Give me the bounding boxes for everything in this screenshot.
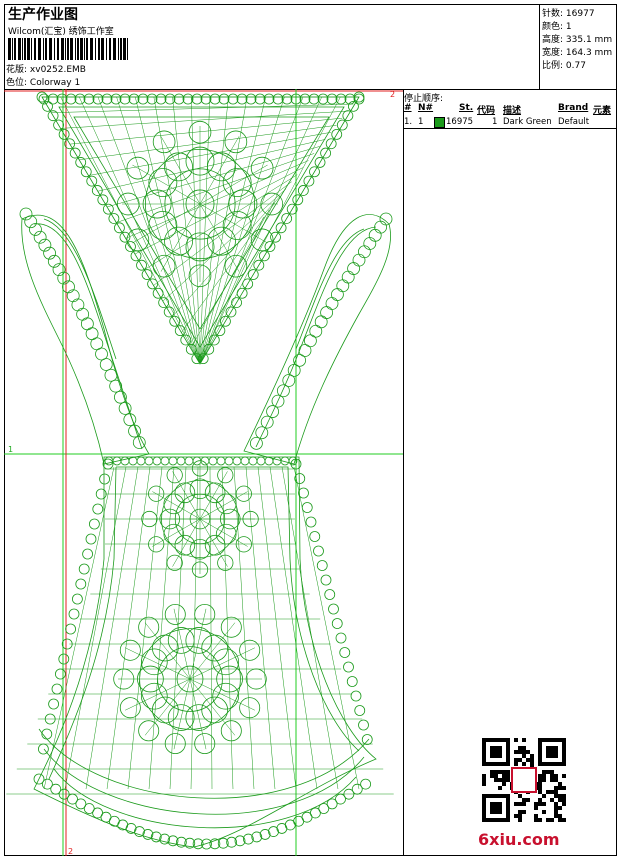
company-name: Wilcom(汇宝) 绣饰工作室 <box>8 27 114 37</box>
colorway-label: 色位: <box>6 78 28 88</box>
stat-height: 高度: 335.1 mm <box>542 35 613 45</box>
col-header-code: 代码 <box>477 106 496 116</box>
embroidery-stitches <box>6 91 394 850</box>
row-stitches: 16975 <box>446 117 474 127</box>
col-header-brand: Brand <box>558 103 589 113</box>
row-code: 1 <box>492 117 498 127</box>
page-title: 生产作业图 <box>8 7 78 23</box>
design-file-value: xv0252.EMB <box>29 65 86 75</box>
stat-colors: 颜色: 1 <box>542 22 572 32</box>
design-file-line: 花版: xv0252.EMB <box>6 62 86 75</box>
stat-scale: 比例: 0.77 <box>542 61 586 71</box>
col-header-stitches: St. <box>459 103 474 113</box>
colorway-value: Colorway 1 <box>29 78 81 88</box>
site-watermark: 6xiu.com <box>478 830 560 849</box>
stat-width: 宽度: 164.3 mm <box>542 48 613 58</box>
left-arm-outline <box>21 214 150 465</box>
guide-side-label: 1 <box>8 445 13 454</box>
col-header-needle: N# <box>418 103 434 113</box>
stat-stitches: 针数: 16977 <box>542 9 595 19</box>
qr-code-image <box>482 738 566 822</box>
color-swatch <box>434 117 445 128</box>
col-header-index: # <box>404 103 412 113</box>
guide-corner-label: 2 <box>390 90 395 99</box>
col-header-description: 描述 <box>503 106 522 116</box>
col-header-element: 元素 <box>593 106 612 116</box>
row-brand: Default <box>558 117 590 127</box>
top-triangle-outline <box>41 96 360 365</box>
seal-icon <box>511 767 537 793</box>
design-file-label: 花版: <box>6 65 28 75</box>
colorway-line: 色位: Colorway 1 <box>6 75 80 88</box>
row-divider <box>404 128 617 129</box>
row-index: 1. <box>404 117 413 127</box>
row-needle: 1 <box>418 117 424 127</box>
barcode-image <box>8 38 128 60</box>
row-description: Dark Green <box>503 117 552 127</box>
embroidery-design: 2 1 2 <box>4 89 404 856</box>
guide-bottom-label: 2 <box>68 847 73 856</box>
